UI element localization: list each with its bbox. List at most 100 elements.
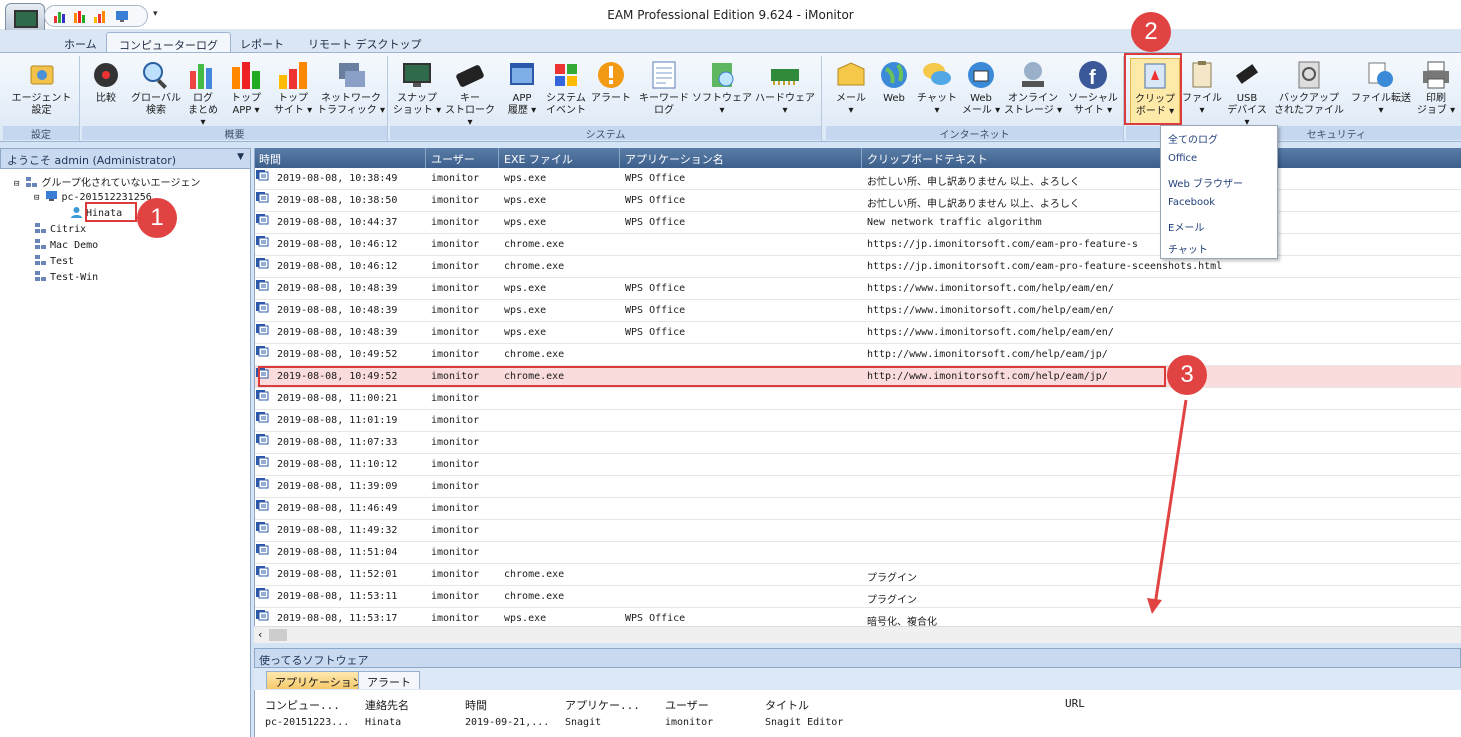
cell-user[interactable]: imonitor [431, 195, 479, 206]
cell-app-name[interactable]: WPS Office [625, 283, 685, 294]
column-header-computer[interactable]: コンピュー... [265, 697, 340, 713]
cell-time[interactable]: 2019-08-08, 11:51:04 [277, 547, 397, 558]
cell-clipboard-text[interactable]: https://jp.imonitorsoft.com/eam-pro-feat… [867, 261, 1222, 272]
column-header-exe[interactable]: EXE ファイル [504, 151, 573, 167]
cell-user[interactable]: imonitor [431, 393, 479, 404]
cell-user[interactable]: imonitor [431, 283, 479, 294]
column-header-time[interactable]: 時間 [465, 697, 487, 713]
table-row[interactable]: 2019-08-08, 10:49:52 imonitor chrome.exe ht… [255, 344, 1461, 366]
keyword-log-button[interactable]: キーワード ログ [636, 58, 692, 125]
cell-user[interactable]: imonitor [431, 525, 479, 536]
cell-time[interactable]: 2019-08-08, 10:38:50 [277, 195, 397, 206]
column-header-title[interactable]: タイトル [765, 697, 809, 713]
cell-user[interactable]: imonitor [431, 613, 479, 624]
cell-user[interactable]: imonitor [431, 503, 479, 514]
column-divider[interactable] [861, 148, 862, 168]
agent-tree-header[interactable]: ようこそ admin (Administrator) ▼ [0, 148, 251, 169]
cell-user[interactable]: imonitor [431, 261, 479, 272]
cell-time[interactable]: 2019-08-08, 11:01:19 [277, 415, 397, 426]
cell-user[interactable]: imonitor [431, 327, 479, 338]
cell-computer[interactable]: pc-20151223... [265, 717, 349, 728]
cell-clipboard-text[interactable]: https://jp.imonitorsoft.com/eam-pro-feat… [867, 239, 1138, 250]
web-button[interactable]: Web [874, 58, 914, 125]
cell-clipboard-text[interactable]: プラグイン [867, 569, 917, 584]
cell-exe[interactable]: chrome.exe [504, 239, 564, 250]
tree-group-citrix[interactable]: Citrix [34, 222, 86, 235]
cell-clipboard-text[interactable]: New network traffic algorithm [867, 217, 1042, 228]
cell-title[interactable]: Snagit Editor [765, 717, 843, 728]
software-button[interactable]: ソフトウェア ▾ [692, 58, 752, 125]
table-row[interactable]: 2019-08-08, 10:46:12 imonitor chrome.exe ht… [255, 234, 1461, 256]
cell-clipboard-text[interactable]: https://www.imonitorsoft.com/help/eam/en… [867, 305, 1114, 316]
cell-user[interactable]: imonitor [431, 569, 479, 580]
cell-time[interactable]: 2019-08-08, 10:38:49 [277, 173, 397, 184]
system-event-button[interactable]: システム イベント [546, 58, 586, 125]
cell-time[interactable]: 2019-08-08, 10:49:52 [277, 349, 397, 360]
online-storage-button[interactable]: オンライン ストレージ ▾ [1002, 58, 1064, 125]
tab-alert[interactable]: アラート [358, 671, 420, 689]
tab-remote-desktop[interactable]: リモート デスクトップ [296, 32, 434, 53]
table-row[interactable]: 2019-08-08, 11:39:09 imonitor [255, 476, 1461, 498]
table-row[interactable]: 2019-08-08, 11:53:11 imonitor chrome.exe プラ… [255, 586, 1461, 608]
cell-user[interactable]: imonitor [431, 591, 479, 602]
scroll-thumb[interactable] [269, 629, 287, 641]
table-row[interactable]: 2019-08-08, 10:48:39 imonitor wps.exe WPS O… [255, 278, 1461, 300]
tab-home[interactable]: ホーム [52, 32, 109, 53]
table-row[interactable]: 2019-08-08, 11:52:01 imonitor chrome.exe プラ… [255, 564, 1461, 586]
cell-user[interactable]: imonitor [431, 239, 479, 250]
usb-device-button[interactable]: USB デバイス ▾ [1224, 58, 1270, 128]
scroll-left-icon[interactable]: ‹ [258, 628, 262, 641]
column-header-app-name[interactable]: アプリケーション名 [625, 151, 724, 167]
cell-exe[interactable]: chrome.exe [504, 261, 564, 272]
table-row[interactable]: 2019-08-08, 11:49:32 imonitor [255, 520, 1461, 542]
menu-item-facebook[interactable]: Facebook [1168, 197, 1215, 208]
cell-user[interactable]: imonitor [431, 173, 479, 184]
cell-time[interactable]: 2019-08-08, 11:10:12 [277, 459, 397, 470]
cell-time[interactable]: 2019-08-08, 10:48:39 [277, 305, 397, 316]
column-header-url[interactable]: URL [1065, 697, 1085, 710]
keystroke-button[interactable]: キー ストローク ▾ [442, 58, 498, 128]
cell-clipboard-text[interactable]: https://www.imonitorsoft.com/help/eam/en… [867, 327, 1114, 338]
cell-time[interactable]: 2019-08-08, 11:46:49 [277, 503, 397, 514]
cell-time[interactable]: 2019-08-08, 10:44:37 [277, 217, 397, 228]
table-row[interactable]: 2019-08-08, 10:46:12 imonitor chrome.exe ht… [255, 256, 1461, 278]
cell-time[interactable]: 2019-09-21,... [465, 717, 549, 728]
cell-time[interactable]: 2019-08-08, 10:48:39 [277, 283, 397, 294]
top-app-button[interactable]: トップ APP ▾ [222, 58, 270, 125]
cell-time[interactable]: 2019-08-08, 11:07:33 [277, 437, 397, 448]
compare-button[interactable]: 比較 [84, 58, 128, 125]
network-traffic-button[interactable]: ネットワーク トラフィック ▾ [316, 58, 386, 125]
cell-clipboard-text[interactable]: お忙しい所、申し訳ありません 以上、よろしく [867, 195, 1080, 210]
column-header-user[interactable]: ユーザー [665, 697, 709, 713]
chat-button[interactable]: チャット ▾ [914, 58, 960, 125]
snapshot-button[interactable]: スナップ ショット ▾ [392, 58, 442, 125]
cell-time[interactable]: 2019-08-08, 11:53:17 [277, 613, 397, 624]
tab-computer-log[interactable]: コンピューターログ [106, 32, 231, 53]
table-row[interactable]: 2019-08-08, 10:48:39 imonitor wps.exe WPS O… [255, 322, 1461, 344]
menu-item-web-browser[interactable]: Web ブラウザー [1168, 175, 1243, 190]
alert-button[interactable]: アラート [586, 58, 636, 125]
menu-item-email[interactable]: Eメール [1168, 219, 1204, 234]
cell-user[interactable]: imonitor [431, 415, 479, 426]
cell-exe[interactable]: wps.exe [504, 195, 546, 206]
tab-report[interactable]: レポート [228, 32, 296, 53]
tree-group-mac-demo[interactable]: Mac Demo [34, 238, 98, 251]
cell-time[interactable]: 2019-08-08, 11:49:32 [277, 525, 397, 536]
menu-item-office[interactable]: Office [1168, 153, 1197, 164]
cell-user[interactable]: imonitor [665, 717, 713, 728]
cell-time[interactable]: 2019-08-08, 11:39:09 [277, 481, 397, 492]
print-job-button[interactable]: 印刷 ジョブ ▾ [1414, 58, 1458, 125]
table-row[interactable]: 2019-08-08, 10:44:37 imonitor wps.exe WPS O… [255, 212, 1461, 234]
column-header-contact[interactable]: 連絡先名 [365, 697, 409, 713]
table-row[interactable]: 2019-08-08, 10:48:39 imonitor wps.exe WPS O… [255, 300, 1461, 322]
cell-app-name[interactable]: WPS Office [625, 195, 685, 206]
webmail-button[interactable]: Web メール ▾ [960, 58, 1002, 125]
cell-exe[interactable]: wps.exe [504, 305, 546, 316]
column-header-user[interactable]: ユーザー [431, 151, 475, 167]
chevron-down-icon[interactable]: ▼ [237, 152, 244, 162]
table-row[interactable]: 2019-08-08, 11:07:33 imonitor [255, 432, 1461, 454]
cell-user[interactable]: imonitor [431, 547, 479, 558]
menu-item-all-logs[interactable]: 全てのログ [1168, 131, 1218, 146]
cell-time[interactable]: 2019-08-08, 11:53:11 [277, 591, 397, 602]
tab-application[interactable]: アプリケーション [266, 671, 372, 689]
